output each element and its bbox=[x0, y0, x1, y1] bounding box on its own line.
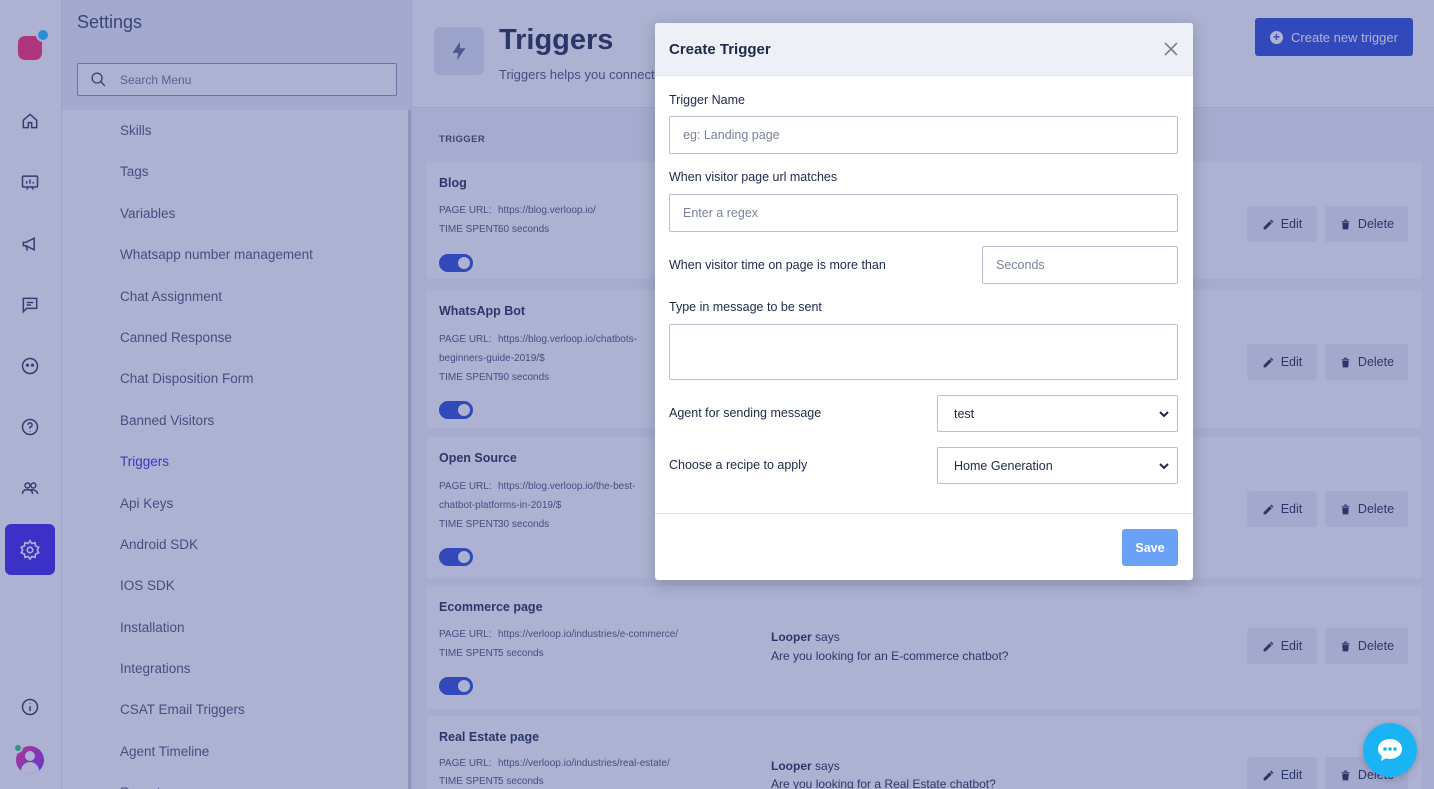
save-button[interactable]: Save bbox=[1122, 529, 1178, 566]
modal-divider bbox=[655, 513, 1193, 514]
chat-widget-button[interactable] bbox=[1363, 723, 1417, 777]
seconds-input[interactable] bbox=[982, 246, 1178, 284]
chevron-down-icon bbox=[1159, 411, 1169, 418]
recipe-label: Choose a recipe to apply bbox=[669, 458, 808, 472]
time-on-page-label: When visitor time on page is more than bbox=[669, 258, 886, 272]
create-trigger-modal: Create Trigger Trigger Name When visitor… bbox=[655, 23, 1193, 580]
chevron-down-icon bbox=[1159, 463, 1169, 470]
message-textarea[interactable] bbox=[669, 324, 1178, 380]
modal-header: Create Trigger bbox=[655, 23, 1193, 76]
message-label: Type in message to be sent bbox=[669, 300, 822, 314]
chat-bubble-icon bbox=[1378, 739, 1402, 761]
modal-title: Create Trigger bbox=[669, 41, 771, 58]
trigger-name-label: Trigger Name bbox=[669, 93, 745, 107]
agent-label: Agent for sending message bbox=[669, 406, 822, 420]
url-regex-input[interactable] bbox=[669, 194, 1178, 232]
url-match-label: When visitor page url matches bbox=[669, 170, 838, 184]
trigger-name-input[interactable] bbox=[669, 116, 1178, 154]
recipe-select[interactable]: Home Generation bbox=[937, 447, 1178, 484]
agent-select-value: test bbox=[954, 406, 975, 421]
recipe-select-value: Home Generation bbox=[954, 458, 1053, 473]
agent-select[interactable]: test bbox=[937, 395, 1178, 432]
close-icon[interactable] bbox=[1161, 39, 1181, 59]
